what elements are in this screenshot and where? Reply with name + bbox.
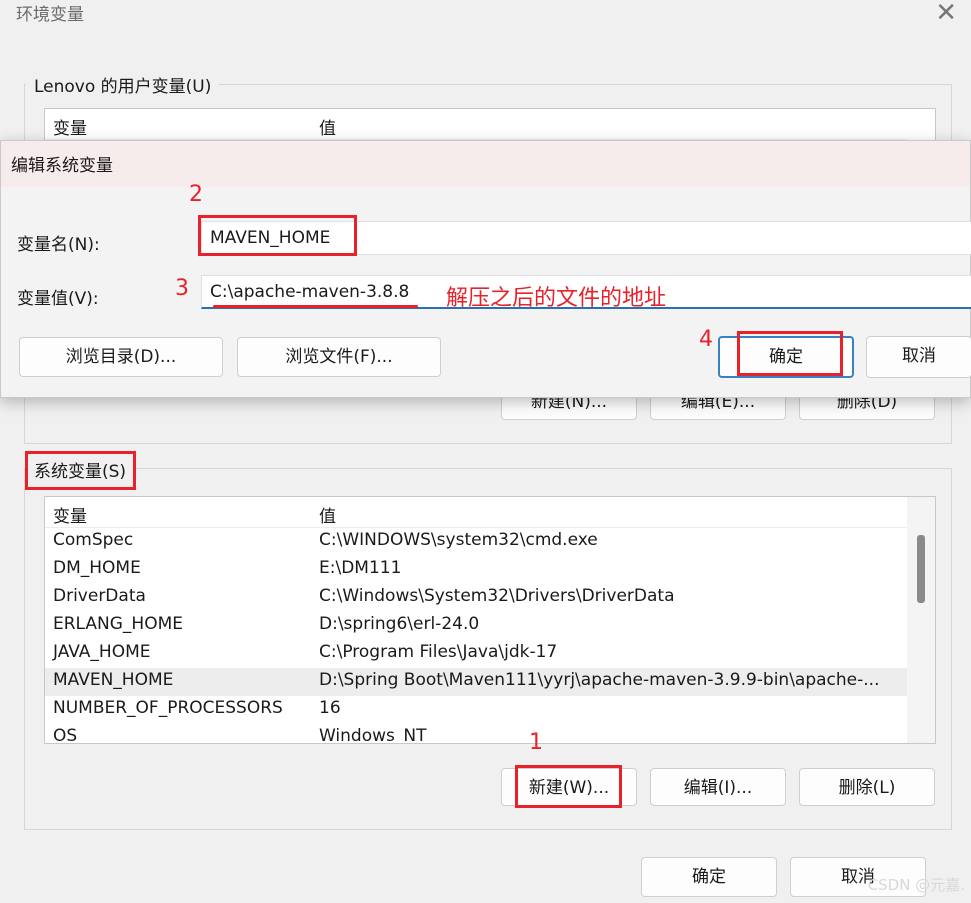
system-delete-button[interactable]: 删除(L) [799, 768, 935, 806]
system-variables-label: 系统变量(S) [26, 457, 135, 482]
variable-name: ComSpec [53, 530, 134, 550]
variable-value: C:\Program Files\Java\jdk-17 [319, 642, 558, 662]
annotation-underline-value [213, 305, 418, 308]
table-row[interactable]: ERLANG_HOME D:\spring6\erl-24.0 [45, 612, 907, 640]
system-edit-button[interactable]: 编辑(I)... [650, 768, 786, 806]
variable-value-label: 变量值(V): [17, 289, 99, 309]
variable-value: 16 [319, 698, 341, 718]
user-list-header: 变量 值 [45, 109, 907, 140]
dialog-title: 编辑系统变量 [11, 156, 113, 176]
table-row[interactable]: DriverData C:\Windows\System32\Drivers\D… [45, 584, 907, 612]
variable-name: NUMBER_OF_PROCESSORS [53, 698, 283, 718]
table-row[interactable]: OS Windows_NT [45, 724, 907, 744]
variable-value: Windows_NT [319, 726, 427, 744]
browse-directory-button[interactable]: 浏览目录(D)... [19, 337, 223, 377]
variable-value: C:\Windows\System32\Drivers\DriverData [319, 586, 675, 606]
user-column-variable[interactable]: 变量 [53, 114, 87, 139]
variable-name: OS [53, 726, 78, 744]
scrollbar[interactable] [907, 497, 935, 743]
table-row-selected[interactable]: MAVEN_HOME D:\Spring Boot\Maven111\yyrj\… [45, 668, 907, 696]
table-row[interactable]: ComSpec C:\WINDOWS\system32\cmd.exe [45, 528, 907, 556]
table-row[interactable]: JAVA_HOME C:\Program Files\Java\jdk-17 [45, 640, 907, 668]
annotation-step-1: 1 [529, 730, 543, 755]
system-new-button[interactable]: 新建(W)... [501, 768, 637, 806]
dialog-cancel-button[interactable]: 取消 [866, 336, 971, 378]
close-icon[interactable]: ✕ [935, 0, 957, 28]
variable-name-label: 变量名(N): [17, 235, 100, 255]
system-column-variable[interactable]: 变量 [53, 502, 87, 527]
variable-value: D:\spring6\erl-24.0 [319, 614, 480, 634]
variable-value: C:\WINDOWS\system32\cmd.exe [319, 530, 598, 550]
scrollbar-thumb[interactable] [917, 535, 925, 603]
variable-name: JAVA_HOME [53, 642, 151, 662]
ok-button[interactable]: 确定 [641, 857, 777, 897]
user-column-value[interactable]: 值 [319, 114, 336, 139]
variable-name: DriverData [53, 586, 146, 606]
dialog-titlebar [1, 141, 970, 187]
watermark: CSDN @元嘉. [867, 876, 965, 894]
annotation-step-4: 4 [699, 327, 713, 352]
table-row[interactable]: NUMBER_OF_PROCESSORS 16 [45, 696, 907, 724]
annotation-step-3: 3 [175, 276, 189, 301]
system-variables-list[interactable]: 变量 值 ComSpec C:\WINDOWS\system32\cmd.exe… [44, 496, 936, 744]
variable-name: MAVEN_HOME [53, 670, 174, 690]
window-title: 环境变量 [16, 5, 84, 25]
variable-value: E:\DM111 [319, 558, 402, 578]
variable-name: ERLANG_HOME [53, 614, 184, 634]
system-list-header: 变量 值 [45, 497, 907, 528]
table-row[interactable]: DM_HOME E:\DM111 [45, 556, 907, 584]
variable-name-input[interactable] [201, 221, 971, 255]
user-variables-label: Lenovo 的用户变量(U) [26, 72, 220, 97]
variable-name: DM_HOME [53, 558, 141, 578]
edit-variable-dialog: 编辑系统变量 变量名(N): 变量值(V): 浏览目录(D)... 浏览文件(F… [0, 140, 971, 398]
dialog-ok-button[interactable]: 确定 [718, 336, 854, 378]
system-column-value[interactable]: 值 [319, 502, 336, 527]
browse-file-button[interactable]: 浏览文件(F)... [237, 337, 441, 377]
variable-value: D:\Spring Boot\Maven111\yyrj\apache-mave… [319, 670, 880, 690]
annotation-step-2: 2 [189, 182, 203, 207]
annotation-note: 解压之后的文件的地址 [446, 286, 667, 311]
